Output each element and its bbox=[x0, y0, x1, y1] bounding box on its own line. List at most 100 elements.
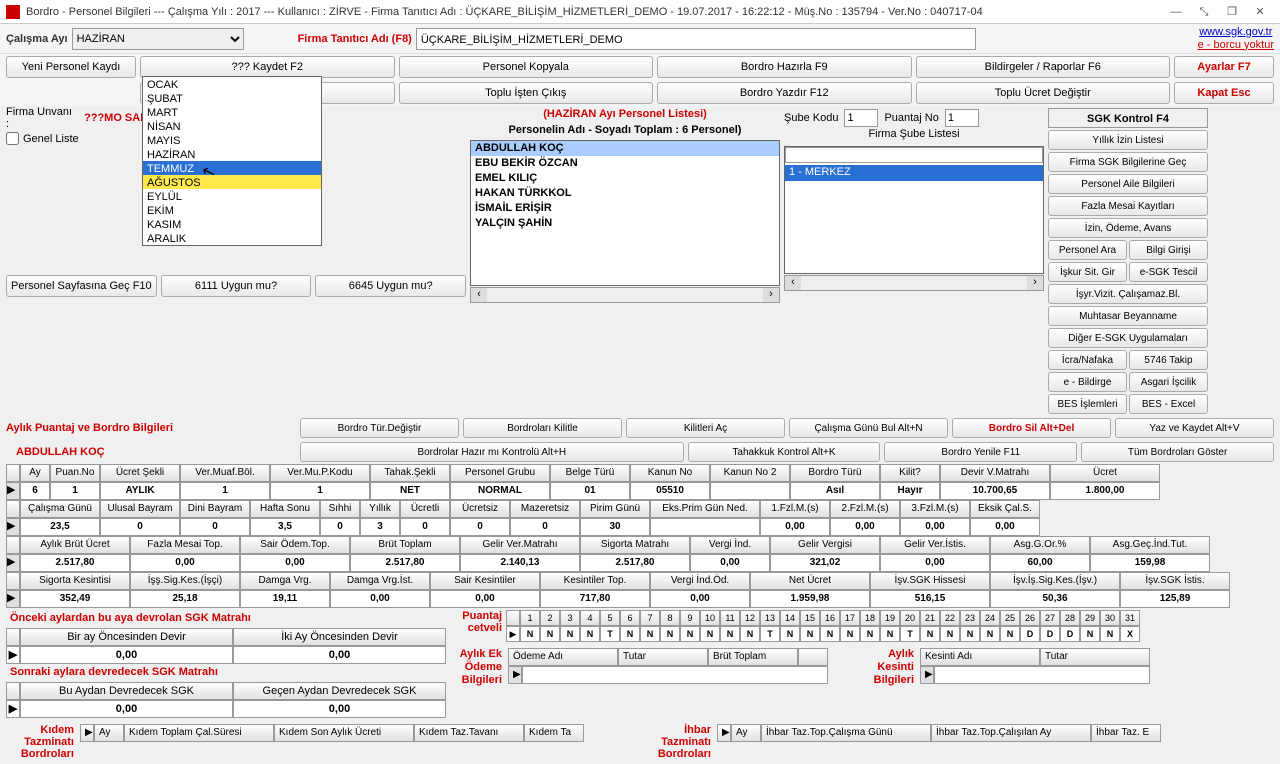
ebildirge-button[interactable]: e - Bildirge bbox=[1048, 372, 1127, 392]
cell[interactable]: 2.140,13 bbox=[460, 554, 580, 572]
cell[interactable]: 60,00 bbox=[990, 554, 1090, 572]
col-header[interactable]: 3.Fzl.M.(s) bbox=[900, 500, 970, 518]
col-header[interactable]: 2.Fzl.M.(s) bbox=[830, 500, 900, 518]
minimize-button[interactable]: — bbox=[1162, 2, 1190, 22]
cell[interactable]: 352,49 bbox=[20, 590, 130, 608]
col-header[interactable]: Gelir Vergisi bbox=[770, 536, 880, 554]
new-person-button[interactable]: Yeni Personel Kaydı bbox=[6, 56, 136, 78]
cell[interactable]: 0 bbox=[180, 518, 250, 536]
col-header[interactable]: Kanun No bbox=[630, 464, 710, 482]
day-cell[interactable]: N bbox=[720, 626, 740, 642]
day-cell[interactable]: N bbox=[620, 626, 640, 642]
list-item[interactable]: EBU BEKİR ÖZCAN bbox=[471, 156, 779, 171]
day-cell[interactable]: N bbox=[780, 626, 800, 642]
day-cell[interactable]: N bbox=[980, 626, 1000, 642]
delete-payroll-button[interactable]: Bordro Sil Alt+Del bbox=[952, 418, 1111, 438]
day-cell[interactable]: D bbox=[1040, 626, 1060, 642]
col-header[interactable]: Dini Bayram bbox=[180, 500, 250, 518]
day-cell[interactable]: D bbox=[1060, 626, 1080, 642]
cell[interactable]: 23,5 bbox=[20, 518, 100, 536]
cell[interactable]: 0,00 bbox=[240, 554, 350, 572]
bilgi-giris-button[interactable]: Bilgi Girişi bbox=[1129, 240, 1208, 260]
col-header[interactable]: Mazeretsiz bbox=[510, 500, 580, 518]
firm-sgk-button[interactable]: Firma SGK Bilgilerine Geç bbox=[1048, 152, 1208, 172]
month-option[interactable]: KASIM bbox=[143, 217, 321, 231]
bordro-type-button[interactable]: Bordro Tür.Değiştir bbox=[300, 418, 459, 438]
cell[interactable]: 2.517,80 bbox=[580, 554, 690, 572]
cell[interactable]: AYLIK bbox=[100, 482, 180, 500]
family-info-button[interactable]: Personel Aile Bilgileri bbox=[1048, 174, 1208, 194]
cell[interactable]: 1.959,98 bbox=[750, 590, 870, 608]
day-cell[interactable]: N bbox=[560, 626, 580, 642]
month-option-hover[interactable]: AĞUSTOS bbox=[143, 175, 321, 189]
col-header[interactable]: Çalışma Günü bbox=[20, 500, 100, 518]
list-item[interactable]: HAKAN TÜRKKOL bbox=[471, 186, 779, 201]
day-cell[interactable]: N bbox=[700, 626, 720, 642]
cell[interactable]: 0 bbox=[510, 518, 580, 536]
cell[interactable]: 1.800,00 bbox=[1050, 482, 1160, 500]
save-write-button[interactable]: Yaz ve Kaydet Alt+V bbox=[1115, 418, 1274, 438]
leave-payment-button[interactable]: İzin, Ödeme, Avans bbox=[1048, 218, 1208, 238]
cell[interactable]: 01 bbox=[550, 482, 630, 500]
cell[interactable]: 0,00 bbox=[760, 518, 830, 536]
day-cell[interactable]: N bbox=[660, 626, 680, 642]
col-header[interactable]: Yıllık bbox=[360, 500, 400, 518]
month-option[interactable]: NİSAN bbox=[143, 119, 321, 133]
day-cell[interactable]: X bbox=[1120, 626, 1140, 642]
branch-listbox[interactable]: 1 - MERKEZ bbox=[784, 146, 1044, 274]
lock-payrolls-button[interactable]: Bordroları Kilitle bbox=[463, 418, 622, 438]
day-cell[interactable]: N bbox=[520, 626, 540, 642]
day-cell[interactable]: N bbox=[1080, 626, 1100, 642]
col-header[interactable]: Eksik Çal.S. bbox=[970, 500, 1040, 518]
cell[interactable]: 1 bbox=[270, 482, 370, 500]
esgk-tescil-button[interactable]: e-SGK Tescil bbox=[1129, 262, 1208, 282]
cell[interactable]: 0,00 bbox=[900, 518, 970, 536]
day-cell[interactable]: N bbox=[640, 626, 660, 642]
cell[interactable]: 0,00 bbox=[430, 590, 540, 608]
asgari-button[interactable]: Asgari İşcilik bbox=[1129, 372, 1208, 392]
firm-combo[interactable]: ÜÇKARE_BİLİŞİM_HİZMETLERİ_DEMO bbox=[416, 28, 976, 50]
muhtasar-button[interactable]: Muhtasar Beyanname bbox=[1048, 306, 1208, 326]
day-cell[interactable]: D bbox=[1020, 626, 1040, 642]
day-cell[interactable]: N bbox=[680, 626, 700, 642]
col-header[interactable]: Ücret Şekli bbox=[100, 464, 180, 482]
iskur-button[interactable]: İşkur Sit. Gir bbox=[1048, 262, 1127, 282]
cell[interactable]: 0,00 bbox=[880, 554, 990, 572]
col-header[interactable]: Damga Vrg. bbox=[240, 572, 330, 590]
col-header[interactable]: Belge Türü bbox=[550, 464, 630, 482]
col-header[interactable]: Ücretsiz bbox=[450, 500, 510, 518]
day-cell[interactable]: N bbox=[1100, 626, 1120, 642]
day-cell[interactable]: N bbox=[920, 626, 940, 642]
cell[interactable]: 0,00 bbox=[830, 518, 900, 536]
month-option[interactable]: ŞUBAT bbox=[143, 91, 321, 105]
hscroll[interactable]: ‹› bbox=[470, 287, 780, 303]
col-header[interactable]: Asg.G.Or.% bbox=[990, 536, 1090, 554]
cell[interactable]: 30 bbox=[580, 518, 650, 536]
other-esgk-button[interactable]: Diğer E-SGK Uygulamaları bbox=[1048, 328, 1208, 348]
cell[interactable]: 321,02 bbox=[770, 554, 880, 572]
day-cell[interactable]: N bbox=[940, 626, 960, 642]
cell[interactable]: 1 bbox=[50, 482, 100, 500]
col-header[interactable]: Ver.Mu.P.Kodu bbox=[270, 464, 370, 482]
day-cell[interactable]: N bbox=[880, 626, 900, 642]
day-cell[interactable]: N bbox=[960, 626, 980, 642]
overtime-button[interactable]: Fazla Mesai Kayıtları bbox=[1048, 196, 1208, 216]
month-option[interactable]: MAYIS bbox=[143, 133, 321, 147]
check-6111-button[interactable]: 6111 Uygun mu? bbox=[161, 275, 312, 297]
col-header[interactable]: Ver.Muaf.Böl. bbox=[180, 464, 270, 482]
puantaj-no-input[interactable] bbox=[945, 109, 979, 127]
person-search-button[interactable]: Personel Ara bbox=[1048, 240, 1127, 260]
col-header[interactable]: Eks.Prim Gün Ned. bbox=[650, 500, 760, 518]
hscroll-branch[interactable]: ‹› bbox=[784, 275, 1044, 291]
col-header[interactable]: Sıhhi bbox=[320, 500, 360, 518]
month-option[interactable]: ARALIK bbox=[143, 231, 321, 245]
cell[interactable]: 159,98 bbox=[1090, 554, 1210, 572]
col-header[interactable]: Ücretli bbox=[400, 500, 450, 518]
col-header[interactable]: Sair Kesintiler bbox=[430, 572, 540, 590]
month-dropdown[interactable]: OCAK ŞUBAT MART NİSAN MAYIS HAZİRAN TEMM… bbox=[142, 76, 322, 246]
day-cell[interactable]: N bbox=[860, 626, 880, 642]
cell[interactable]: 3,5 bbox=[250, 518, 320, 536]
cell[interactable]: 0,00 bbox=[690, 554, 770, 572]
col-header[interactable]: Tahak.Şekli bbox=[370, 464, 450, 482]
icra-button[interactable]: İcra/Nafaka bbox=[1048, 350, 1127, 370]
